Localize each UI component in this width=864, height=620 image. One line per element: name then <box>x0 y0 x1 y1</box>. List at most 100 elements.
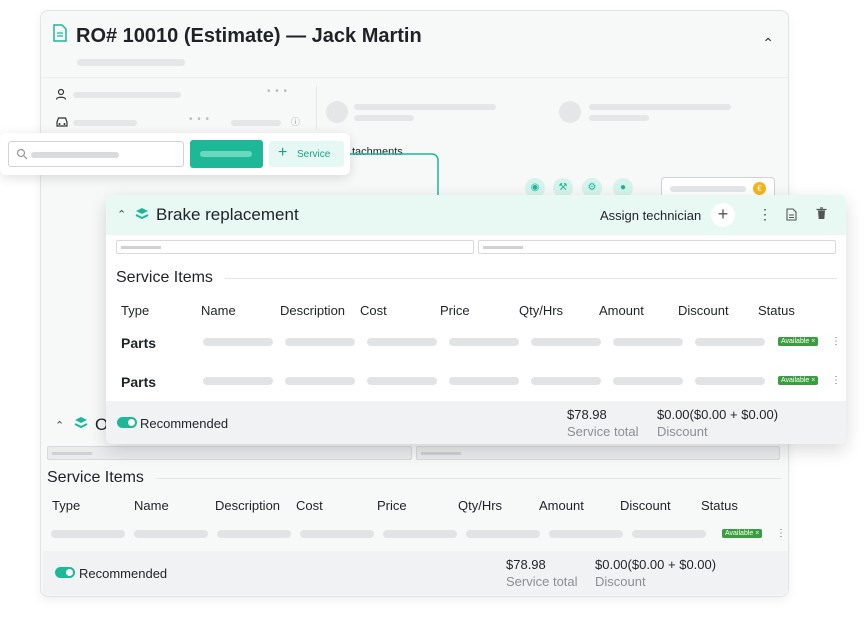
table-cell <box>285 338 355 346</box>
search-input[interactable] <box>8 141 184 167</box>
advisor-placeholder <box>354 104 496 110</box>
assign-technician-button[interactable]: + <box>711 203 735 227</box>
table-cell <box>531 338 601 346</box>
column-header: Type <box>121 303 150 318</box>
divider <box>316 86 317 130</box>
chevron-up-icon[interactable]: ⌃ <box>117 208 126 221</box>
column-header: Name <box>134 498 169 513</box>
add-service-button[interactable]: + Service <box>269 141 344 167</box>
column-header: Name <box>201 303 236 318</box>
person-icon <box>55 88 67 100</box>
service-search-popup: + Service <box>0 133 350 175</box>
chevron-up-icon[interactable]: ⌃ <box>55 419 64 432</box>
more-vertical-icon[interactable]: ⋮ <box>831 336 841 347</box>
table-cell <box>613 338 683 346</box>
service-total-value: $78.98 <box>506 557 546 572</box>
column-header: Price <box>440 303 470 318</box>
column-header: Description <box>215 498 281 513</box>
tab-attachments[interactable]: tachments <box>352 146 403 158</box>
document-icon[interactable] <box>786 208 797 221</box>
section-title: Service Items <box>116 269 213 286</box>
service-card: ⌃ Brake replacement Assign technician + … <box>106 195 846 444</box>
table-cell <box>383 530 457 538</box>
filter-input[interactable] <box>478 240 836 254</box>
more-dots-icon[interactable]: • • • <box>267 86 288 97</box>
service-total-label: Service total <box>506 574 578 589</box>
subtitle-placeholder <box>77 59 185 66</box>
section-title: Service Items <box>47 469 144 486</box>
service-total-label: Service total <box>567 424 639 439</box>
recommended-label: Recommended <box>79 566 168 581</box>
table-cell <box>695 377 765 385</box>
discount-label: Discount <box>657 424 708 439</box>
status-badge[interactable]: Available × <box>778 376 819 385</box>
more-dots-icon[interactable]: • • • <box>189 114 210 125</box>
technician-placeholder <box>589 104 731 110</box>
recommended-toggle[interactable] <box>55 567 75 578</box>
service-icon <box>74 417 88 429</box>
service-footer: Recommended $78.98 Service total $0.00($… <box>106 401 846 444</box>
status-badge[interactable]: Available × <box>722 529 763 538</box>
discount-value: $0.00($0.00 + $0.00) <box>595 557 717 572</box>
table-cell <box>203 338 273 346</box>
column-header: Description <box>280 303 346 318</box>
coin-icon: € <box>753 182 766 195</box>
column-header: Status <box>758 303 795 318</box>
column-header: Cost <box>360 303 387 318</box>
service-icon <box>135 208 149 220</box>
vehicle-placeholder <box>73 120 137 126</box>
column-header: Qty/Hrs <box>458 498 503 513</box>
column-header: Amount <box>599 303 644 318</box>
table-cell <box>632 530 706 538</box>
customer-vehicle-info: • • • • • • ⓘ <box>41 77 788 137</box>
table-cell <box>51 530 125 538</box>
primary-button[interactable] <box>190 140 263 168</box>
vehicle-detail-placeholder <box>231 120 281 126</box>
more-vertical-icon[interactable]: ⋮ <box>831 375 841 386</box>
avatar <box>326 101 348 123</box>
service-name: Brake replacement <box>156 205 299 224</box>
advisor-placeholder <box>354 115 414 121</box>
discount-label: Discount <box>595 574 646 589</box>
recommended-toggle[interactable] <box>117 417 137 428</box>
status-badge[interactable]: Available × <box>778 337 819 346</box>
technician-placeholder <box>589 115 649 121</box>
car-icon <box>56 117 68 127</box>
row-type: Parts <box>121 335 157 351</box>
table-cell <box>134 530 208 538</box>
customer-name-placeholder <box>73 92 181 98</box>
column-header: Discount <box>620 498 671 513</box>
service-footer: Recommended $78.98 Service total $0.00($… <box>43 551 788 595</box>
column-header: Type <box>52 498 81 513</box>
table-cell <box>285 377 355 385</box>
column-header: Discount <box>678 303 729 318</box>
page-title: RO# 10010 (Estimate) — Jack Martin <box>76 25 422 47</box>
table-cell <box>367 377 437 385</box>
table-cell <box>466 530 540 538</box>
table-cell <box>203 377 273 385</box>
service-header: ⌃ Brake replacement Assign technician + … <box>106 195 846 235</box>
table-cell <box>300 530 374 538</box>
table-cell <box>217 530 291 538</box>
trash-icon[interactable] <box>816 207 827 220</box>
column-header: Amount <box>539 498 584 513</box>
column-header: Qty/Hrs <box>519 303 564 318</box>
filter-input[interactable] <box>116 240 474 254</box>
document-icon <box>53 24 67 42</box>
column-header: Price <box>377 498 407 513</box>
row-type: Parts <box>121 374 157 390</box>
table-cell <box>449 377 519 385</box>
more-vertical-icon[interactable]: ⋮ <box>776 528 786 539</box>
repair-order-header: RO# 10010 (Estimate) — Jack Martin ⌃ <box>41 11 788 77</box>
table-cell <box>449 338 519 346</box>
column-header: Status <box>701 498 738 513</box>
chevron-up-icon[interactable]: ⌃ <box>762 35 774 52</box>
more-vertical-icon[interactable]: ⋮ <box>758 206 772 223</box>
filter-input[interactable] <box>47 446 412 460</box>
search-icon <box>16 148 28 160</box>
filter-input[interactable] <box>416 446 780 460</box>
table-cell <box>613 377 683 385</box>
info-icon[interactable]: ⓘ <box>291 115 300 128</box>
table-cell <box>367 338 437 346</box>
service-total-value: $78.98 <box>567 407 607 422</box>
